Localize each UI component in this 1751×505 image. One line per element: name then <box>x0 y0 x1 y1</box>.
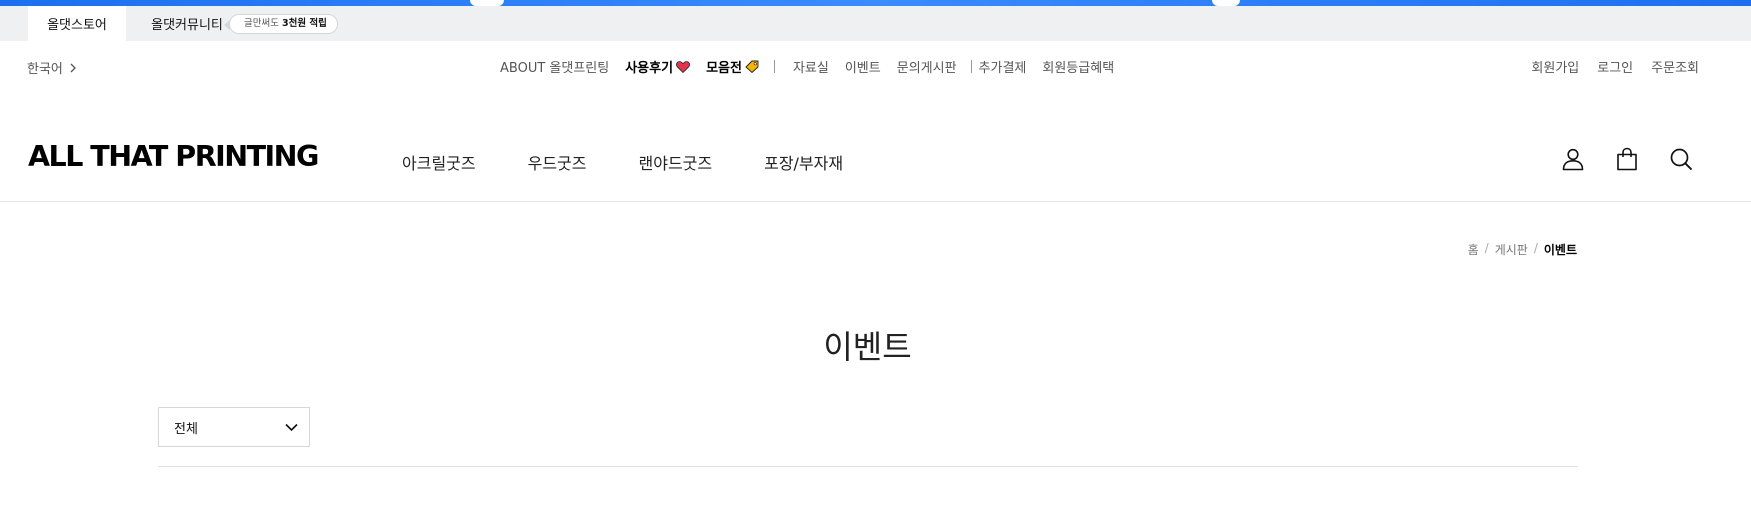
nav-packaging[interactable]: 포장/부자재 <box>764 150 843 174</box>
nav-collection-label: 모음전 <box>706 61 742 76</box>
price-tag-icon <box>745 60 759 73</box>
nav-extra-payment[interactable]: 추가결제 <box>979 57 1027 76</box>
order-lookup-link[interactable]: 주문조회 <box>1651 57 1699 76</box>
nav-resources[interactable]: 자료실 <box>793 57 829 76</box>
chevron-down-icon <box>285 423 298 432</box>
breadcrumb: 홈 / 게시판 / 이벤트 <box>1468 241 1577 258</box>
page-title: 이벤트 <box>823 328 912 366</box>
breadcrumb-home[interactable]: 홈 <box>1468 241 1479 258</box>
nav-collection[interactable]: 모음전 <box>706 57 759 76</box>
search-icon[interactable] <box>1669 147 1693 171</box>
promo-bubble: 글만써도 3천원 적립 <box>224 14 338 34</box>
heart-icon <box>676 60 690 73</box>
nav-member-benefits[interactable]: 회원등급혜택 <box>1042 57 1114 76</box>
category-filter-select[interactable]: 전체 <box>158 407 310 447</box>
utility-bar: 한국어 ABOUT 올댓프린팅 사용후기 모음전 자료실 이벤트 문의게시판 추… <box>0 41 1751 91</box>
nav-lanyard-goods[interactable]: 랜야드굿즈 <box>639 150 713 174</box>
promo-prefix: 글만써도 <box>244 18 279 29</box>
auth-links: 회원가입 로그인 주문조회 <box>1531 57 1699 76</box>
breadcrumb-current: 이벤트 <box>1543 243 1577 257</box>
signup-link[interactable]: 회원가입 <box>1531 57 1579 76</box>
nav-divider <box>773 60 775 73</box>
header-icons <box>1561 147 1693 171</box>
main-header: ALL THAT PRINTING 아크릴굿즈 우드굿즈 랜야드굿즈 포장/부자… <box>0 91 1751 202</box>
nav-wood-goods[interactable]: 우드굿즈 <box>528 150 587 174</box>
list-divider <box>158 466 1578 467</box>
nav-about[interactable]: ABOUT 올댓프린팅 <box>500 57 609 76</box>
utility-nav: ABOUT 올댓프린팅 사용후기 모음전 자료실 이벤트 문의게시판 추가결제 … <box>500 57 1114 76</box>
breadcrumb-separator: / <box>1484 241 1489 255</box>
promo-highlight: 3천원 적립 <box>282 18 327 29</box>
nav-divider <box>970 60 972 73</box>
nav-inquiry-board[interactable]: 문의게시판 <box>897 57 957 76</box>
site-logo[interactable]: ALL THAT PRINTING <box>28 142 319 172</box>
tab-allthat-community[interactable]: 올댓커뮤니티 <box>142 6 232 41</box>
category-nav: 아크릴굿즈 우드굿즈 랜야드굿즈 포장/부자재 <box>402 150 843 174</box>
breadcrumb-separator: / <box>1533 241 1538 255</box>
tab-allthat-store[interactable]: 올댓스토어 <box>28 6 126 41</box>
nav-events[interactable]: 이벤트 <box>845 57 881 76</box>
bag-icon[interactable] <box>1615 147 1639 171</box>
breadcrumb-board[interactable]: 게시판 <box>1495 241 1528 258</box>
chevron-right-icon <box>70 63 76 72</box>
language-selector[interactable]: 한국어 <box>27 58 77 77</box>
login-link[interactable]: 로그인 <box>1597 57 1633 76</box>
nav-acrylic-goods[interactable]: 아크릴굿즈 <box>402 150 476 174</box>
user-icon[interactable] <box>1561 147 1585 171</box>
nav-reviews-label: 사용후기 <box>625 61 674 76</box>
store-switch-bar: 올댓스토어 올댓커뮤니티 글만써도 3천원 적립 <box>0 6 1751 41</box>
nav-reviews[interactable]: 사용후기 <box>625 57 690 76</box>
language-label: 한국어 <box>27 62 63 77</box>
filter-value: 전체 <box>174 421 198 437</box>
